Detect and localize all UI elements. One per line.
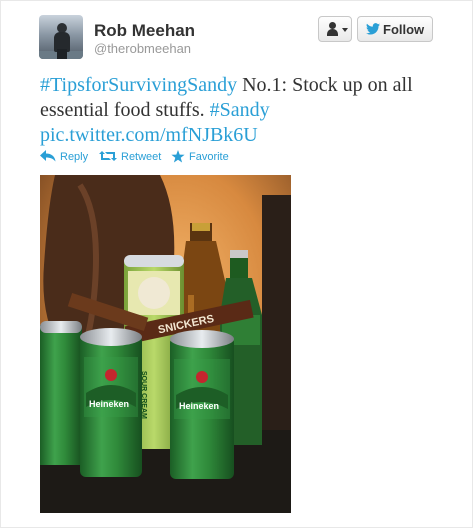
user-handle[interactable]: @therobmeehan bbox=[94, 41, 191, 56]
twitter-bird-icon bbox=[366, 23, 380, 35]
tweet-text: #TipsforSurvivingSandy No.1: Stock up on… bbox=[40, 73, 440, 148]
star-icon bbox=[171, 150, 185, 163]
can-label: Heineken bbox=[89, 399, 129, 409]
hashtag-link[interactable]: #Sandy bbox=[210, 99, 270, 121]
tweet-photo[interactable]: SOUR CREAM SNICKERS Heineken Heineken bbox=[40, 175, 291, 513]
follow-button[interactable]: Follow bbox=[357, 16, 433, 42]
favorite-label: Favorite bbox=[189, 151, 229, 163]
photo-illustration: SOUR CREAM SNICKERS Heineken Heineken bbox=[40, 175, 291, 513]
retweet-label: Retweet bbox=[121, 151, 162, 163]
user-icon bbox=[327, 22, 338, 36]
media-link[interactable]: pic.twitter.com/mfNJBk6U bbox=[40, 124, 258, 146]
user-name[interactable]: Rob Meehan bbox=[94, 21, 195, 41]
reply-label: Reply bbox=[60, 151, 89, 163]
caret-down-icon bbox=[342, 28, 348, 32]
user-actions-button[interactable] bbox=[318, 16, 352, 42]
follow-label: Follow bbox=[383, 22, 425, 37]
avatar[interactable] bbox=[39, 15, 83, 59]
reply-icon bbox=[40, 150, 56, 162]
hashtag-link[interactable]: #TipsforSurvivingSandy bbox=[40, 74, 237, 96]
can-label: Heineken bbox=[179, 401, 219, 411]
retweet-icon bbox=[99, 151, 117, 161]
